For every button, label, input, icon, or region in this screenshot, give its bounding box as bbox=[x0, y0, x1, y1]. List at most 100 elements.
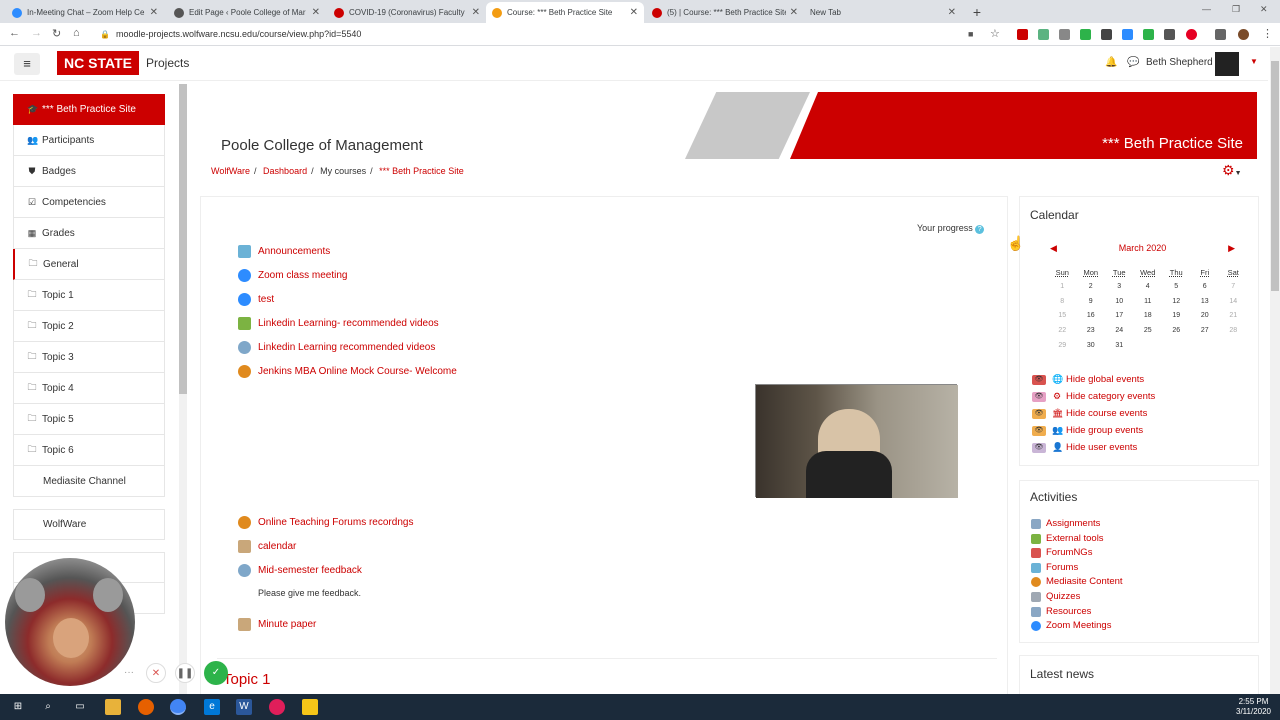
video-thumbnail[interactable] bbox=[755, 384, 958, 498]
breadcrumb-course[interactable]: *** Beth Practice Site bbox=[379, 166, 464, 176]
word-icon[interactable]: W bbox=[236, 699, 252, 715]
extension-icon[interactable] bbox=[1101, 29, 1112, 40]
hide-user-events[interactable]: 👁 👤 Hide user events bbox=[1032, 442, 1137, 453]
new-tab-icon[interactable]: + bbox=[968, 3, 986, 21]
avatar[interactable] bbox=[1215, 52, 1239, 76]
activities-link[interactable]: Assignments bbox=[1046, 518, 1100, 529]
calendar-day[interactable]: 17 bbox=[1105, 308, 1134, 323]
calendar-day[interactable]: 29 bbox=[1048, 338, 1077, 353]
activities-item[interactable]: Resources bbox=[1031, 606, 1091, 617]
calendar-day[interactable] bbox=[1162, 338, 1191, 353]
hide-course-events[interactable]: 👁 🏛 Hide course events bbox=[1032, 408, 1147, 419]
activity-mid-semester-feedback[interactable]: Mid-semester feedback bbox=[238, 564, 362, 577]
extension-icon[interactable] bbox=[1143, 29, 1154, 40]
home-icon[interactable]: ⌂ bbox=[73, 27, 80, 39]
sidebar-item-topic-3[interactable]: 🗀 Topic 3 bbox=[13, 342, 165, 373]
forward-icon[interactable]: → bbox=[31, 27, 42, 39]
site-name[interactable]: Projects bbox=[146, 56, 189, 70]
calendar-day[interactable]: 9 bbox=[1077, 294, 1106, 309]
edge-icon[interactable]: e bbox=[204, 699, 220, 715]
sidebar-item-competencies[interactable]: ☑ Competencies bbox=[13, 187, 165, 218]
close-icon[interactable]: ✕ bbox=[630, 7, 638, 18]
event-toggle-label[interactable]: Hide user events bbox=[1066, 442, 1137, 453]
activity-announcements[interactable]: Announcements bbox=[238, 245, 330, 258]
more-icon[interactable]: ··· bbox=[119, 663, 139, 683]
pause-icon[interactable]: ❚❚ bbox=[175, 663, 195, 683]
next-month-icon[interactable]: ▶ bbox=[1228, 243, 1235, 254]
firefox-icon[interactable] bbox=[138, 699, 154, 715]
nc-state-logo[interactable]: NC STATE bbox=[57, 51, 139, 75]
restore-icon[interactable]: ❐ bbox=[1232, 4, 1240, 15]
url-field[interactable]: 🔒 moodle-projects.wolfware.ncsu.edu/cours… bbox=[96, 26, 986, 43]
evernote-icon[interactable] bbox=[1080, 29, 1091, 40]
sidebar-item-wolfware[interactable]: WolfWare bbox=[13, 509, 165, 540]
sidebar-scrollbar[interactable] bbox=[179, 84, 187, 694]
calendar-day[interactable]: 27 bbox=[1191, 323, 1220, 338]
calendar-day[interactable]: 23 bbox=[1077, 323, 1106, 338]
event-toggle-label[interactable]: Hide course events bbox=[1066, 408, 1147, 419]
calendar-day[interactable]: 14 bbox=[1219, 294, 1248, 309]
breadcrumb-dashboard[interactable]: Dashboard bbox=[263, 166, 307, 176]
stop-recording-icon[interactable]: ✕ bbox=[146, 663, 166, 683]
calendar-month[interactable]: March 2020 bbox=[1119, 243, 1167, 253]
extension-icon[interactable] bbox=[1017, 29, 1028, 40]
activity-link[interactable]: calendar bbox=[258, 541, 296, 552]
search-icon[interactable]: ⌕ bbox=[40, 699, 56, 715]
page-scrollbar[interactable] bbox=[1270, 47, 1280, 694]
calendar-day[interactable]: 12 bbox=[1162, 294, 1191, 309]
reload-icon[interactable]: ↻ bbox=[52, 27, 61, 40]
activity-link[interactable]: Jenkins MBA Online Mock Course- Welcome bbox=[258, 366, 457, 377]
camera-icon[interactable]: ■ bbox=[968, 29, 973, 39]
activities-item[interactable]: Mediasite Content bbox=[1031, 576, 1123, 587]
calendar-day[interactable]: 6 bbox=[1191, 279, 1220, 294]
calendar-day[interactable] bbox=[1219, 338, 1248, 353]
sidebar-item-topic-1[interactable]: 🗀 Topic 1 bbox=[13, 280, 165, 311]
activity-zoom-class-meeting[interactable]: Zoom class meeting bbox=[238, 269, 347, 282]
activities-link[interactable]: External tools bbox=[1046, 533, 1104, 544]
sidebar-item-topic-2[interactable]: 🗀 Topic 2 bbox=[13, 311, 165, 342]
minimize-icon[interactable]: — bbox=[1202, 4, 1211, 14]
activity-linkedin-videos[interactable]: Linkedin Learning recommended videos bbox=[238, 341, 435, 354]
bell-icon[interactable]: 🔔 bbox=[1105, 57, 1117, 68]
calendar-day[interactable]: 30 bbox=[1077, 338, 1106, 353]
pinterest-icon[interactable] bbox=[1186, 29, 1197, 40]
hide-global-events[interactable]: 👁 🌐 Hide global events bbox=[1032, 374, 1144, 385]
activity-jenkins-mba[interactable]: Jenkins MBA Online Mock Course- Welcome bbox=[238, 365, 457, 378]
back-icon[interactable]: ← bbox=[9, 27, 20, 39]
activities-item[interactable]: Quizzes bbox=[1031, 591, 1080, 602]
caret-down-icon[interactable]: ▼ bbox=[1250, 57, 1258, 66]
activities-link[interactable]: Zoom Meetings bbox=[1046, 620, 1111, 631]
calendar-day[interactable]: 28 bbox=[1219, 323, 1248, 338]
close-icon[interactable]: ✕ bbox=[948, 7, 956, 18]
activities-item[interactable]: External tools bbox=[1031, 533, 1104, 544]
browser-tab[interactable]: In-Meeting Chat – Zoom Help Ce ✕ bbox=[6, 2, 164, 23]
task-view-icon[interactable]: ▭ bbox=[72, 699, 88, 715]
hide-group-events[interactable]: 👁 👥 Hide group events bbox=[1032, 425, 1143, 436]
breadcrumb-my-courses[interactable]: My courses bbox=[320, 166, 366, 176]
calendar-day[interactable]: 1 bbox=[1048, 279, 1077, 294]
extension-icon[interactable] bbox=[1164, 29, 1175, 40]
browser-tab[interactable]: (5) | Course: *** Beth Practice Site ✕ bbox=[646, 2, 804, 23]
calendar-day[interactable]: 7 bbox=[1219, 279, 1248, 294]
sidebar-item-badges[interactable]: ⛊ Badges bbox=[13, 156, 165, 187]
activities-item[interactable]: Zoom Meetings bbox=[1031, 620, 1111, 631]
event-toggle-label[interactable]: Hide group events bbox=[1066, 425, 1143, 436]
user-name[interactable]: Beth Shepherd bbox=[1146, 57, 1213, 68]
calendar-day[interactable]: 4 bbox=[1134, 279, 1163, 294]
activity-link[interactable]: Minute paper bbox=[258, 619, 316, 630]
activity-linkedin-learning[interactable]: Linkedin Learning- recommended videos bbox=[238, 317, 439, 330]
close-icon[interactable]: ✕ bbox=[150, 7, 158, 18]
calendar-day[interactable]: 5 bbox=[1162, 279, 1191, 294]
calendar-day[interactable]: 18 bbox=[1134, 308, 1163, 323]
sidebar-item-course[interactable]: 🎓 *** Beth Practice Site bbox=[13, 94, 165, 125]
calendar-day[interactable]: 13 bbox=[1191, 294, 1220, 309]
breadcrumb-wolfware[interactable]: WolfWare bbox=[211, 166, 250, 176]
calendar-day[interactable]: 19 bbox=[1162, 308, 1191, 323]
activity-online-teaching-forums[interactable]: Online Teaching Forums recordngs bbox=[238, 516, 413, 529]
calendar-day[interactable]: 20 bbox=[1191, 308, 1220, 323]
menu-dots-icon[interactable]: ⋮ bbox=[1262, 27, 1273, 40]
help-icon[interactable]: ? bbox=[975, 225, 985, 234]
calendar-day[interactable]: 8 bbox=[1048, 294, 1077, 309]
messages-icon[interactable]: 💬 bbox=[1127, 57, 1139, 68]
activity-link[interactable]: Zoom class meeting bbox=[258, 270, 347, 281]
